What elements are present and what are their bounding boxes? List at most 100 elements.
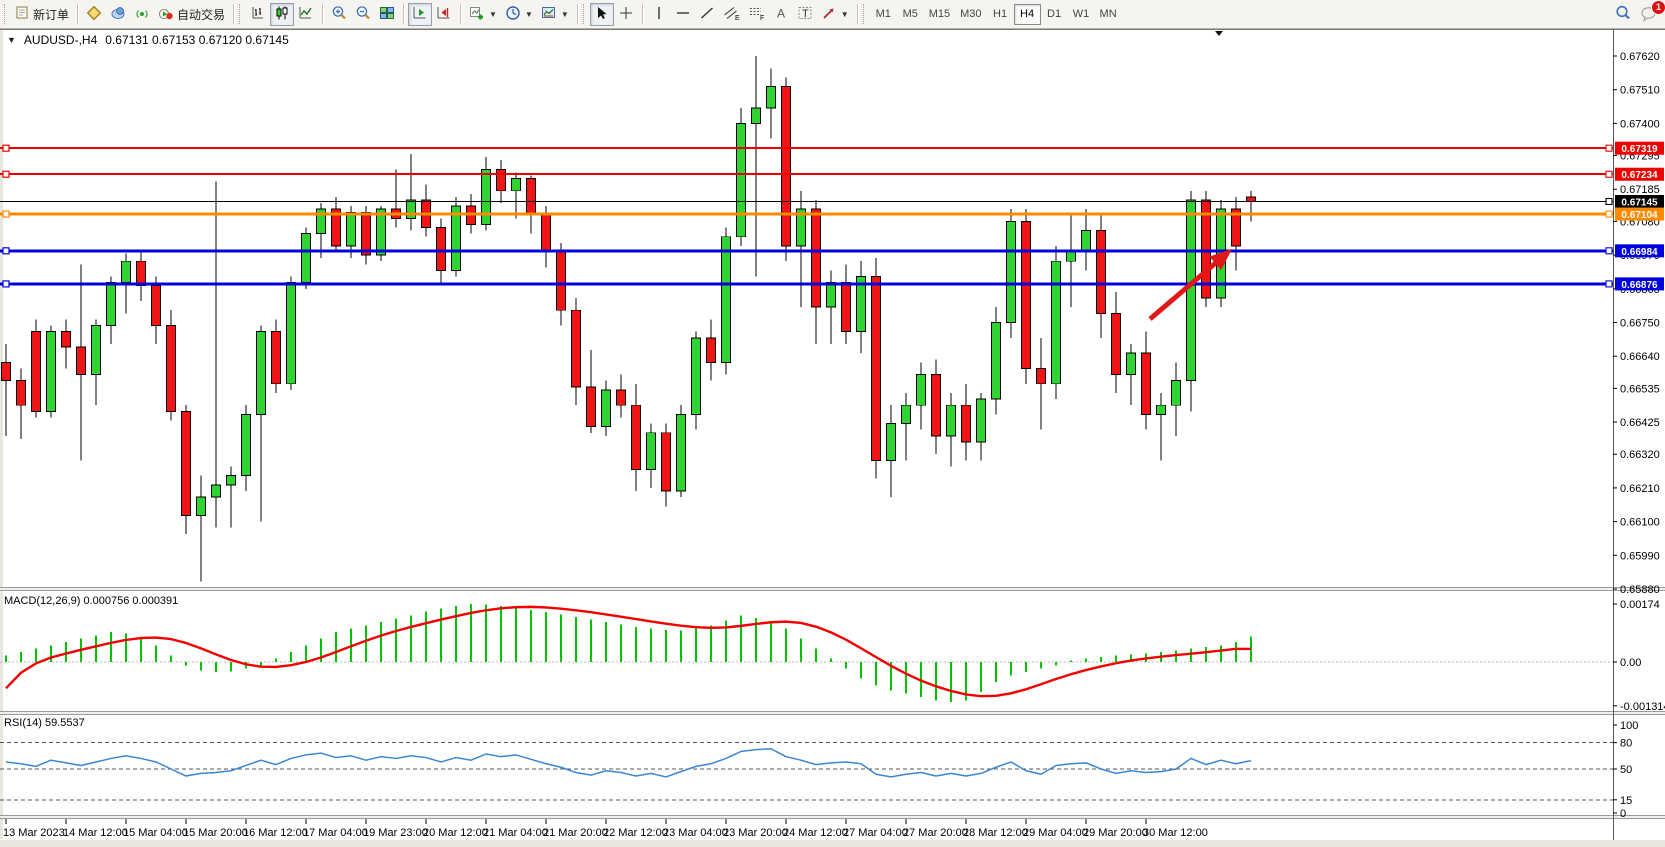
indicators-button[interactable]: ▼: [465, 3, 501, 26]
timeframe-group: M1M5M15M30H1H4D1W1MN: [870, 4, 1122, 25]
svg-text:21 Mar 20:00: 21 Mar 20:00: [543, 827, 608, 839]
timeframe-M1-button[interactable]: M1: [870, 4, 897, 25]
rsi-indicator-label: RSI(14) 59.5537: [4, 717, 85, 729]
text-tool-button[interactable]: A: [769, 3, 793, 26]
svg-text:0.66876: 0.66876: [1621, 280, 1658, 291]
svg-text:17 Mar 04:00: 17 Mar 04:00: [303, 827, 368, 839]
line-chart-icon: [298, 5, 314, 24]
toolbar-separator: [460, 4, 461, 24]
autotrading-button[interactable]: 自动交易: [154, 3, 229, 26]
text-icon: A: [773, 5, 789, 24]
fibonacci-tool-button[interactable]: F: [744, 3, 769, 26]
toolbar-separator: [233, 4, 234, 24]
label-tool-button[interactable]: T: [793, 3, 817, 26]
template-icon: [541, 5, 557, 24]
market-button[interactable]: [106, 3, 130, 26]
chart-title-collapse-icon[interactable]: ▼: [7, 35, 16, 45]
channel-tool-button[interactable]: E: [719, 3, 744, 26]
toolbar-drag-handle: [863, 4, 867, 24]
tile-windows-icon: [379, 5, 395, 24]
candlestick-icon: [274, 5, 290, 24]
svg-text:30 Mar 12:00: 30 Mar 12:00: [1143, 827, 1208, 839]
svg-text:15 Mar 20:00: 15 Mar 20:00: [183, 827, 248, 839]
svg-text:13 Mar 2023: 13 Mar 2023: [3, 827, 65, 839]
chart-diamond-icon: [86, 5, 102, 24]
toolbar-separator: [642, 4, 643, 24]
templates-button[interactable]: ▼: [537, 3, 573, 26]
text-label-icon: T: [797, 5, 813, 24]
crosshair-tool-button[interactable]: [614, 3, 638, 26]
timeframe-H4-button[interactable]: H4: [1014, 4, 1041, 25]
signals-button[interactable]: [130, 3, 154, 26]
chart-window: ▼ AUDUSD-,H4 0.67131 0.67153 0.67120 0.6…: [0, 29, 1665, 847]
chart-shift-button[interactable]: [432, 3, 456, 26]
svg-text:E: E: [735, 15, 740, 21]
horizontal-line-tool-button[interactable]: [671, 3, 695, 26]
svg-text:0: 0: [1620, 808, 1626, 820]
toolbar-separator: [322, 4, 323, 24]
charts-button[interactable]: [82, 3, 106, 26]
market-icon: [110, 5, 126, 24]
clock-icon: [505, 5, 521, 24]
timeframe-D1-button[interactable]: D1: [1041, 4, 1068, 25]
zoom-out-button[interactable]: [351, 3, 375, 26]
fibonacci-icon: F: [748, 5, 765, 24]
indicators-caret-icon: ▼: [489, 10, 497, 19]
timeframe-W1-button[interactable]: W1: [1068, 4, 1095, 25]
periods-button[interactable]: ▼: [501, 3, 537, 26]
indicators-icon: [469, 5, 485, 24]
svg-text:A: A: [777, 6, 785, 20]
autotrading-icon: [158, 5, 174, 24]
svg-text:0.67234: 0.67234: [1621, 170, 1658, 181]
zoom-in-button[interactable]: [327, 3, 351, 26]
timeframe-H1-button[interactable]: H1: [987, 4, 1014, 25]
trendline-tool-button[interactable]: [695, 3, 719, 26]
svg-text:0.67400: 0.67400: [1620, 118, 1660, 130]
bar-chart-icon: [250, 5, 266, 24]
trendline-icon: [699, 5, 715, 24]
new-order-button[interactable]: 新订单: [11, 3, 73, 26]
svg-text:T: T: [802, 8, 809, 20]
chart-title: ▼ AUDUSD-,H4 0.67131 0.67153 0.67120 0.6…: [7, 33, 289, 47]
svg-text:0.67145: 0.67145: [1621, 198, 1658, 209]
svg-text:-0.001314: -0.001314: [1620, 701, 1665, 713]
equidistant-channel-icon: E: [723, 5, 740, 24]
svg-text:23 Mar 20:00: 23 Mar 20:00: [723, 827, 788, 839]
search-button[interactable]: [1610, 3, 1636, 26]
timeframe-M5-button[interactable]: M5: [897, 4, 924, 25]
svg-text:0.00174: 0.00174: [1620, 599, 1660, 611]
svg-text:0.66425: 0.66425: [1620, 417, 1660, 429]
timeframe-M15-button[interactable]: M15: [924, 4, 955, 25]
horizontal-line-icon: [675, 5, 691, 24]
tile-windows-button[interactable]: [375, 3, 399, 26]
price-chart-canvas[interactable]: 0.676200.675100.674000.672950.671850.670…: [0, 29, 1665, 847]
svg-text:0.67104: 0.67104: [1621, 210, 1658, 221]
auto-scroll-button[interactable]: [408, 3, 432, 26]
toolbar-drag-handle: [583, 4, 587, 24]
svg-text:0.65880: 0.65880: [1620, 584, 1660, 596]
svg-text:14 Mar 12:00: 14 Mar 12:00: [63, 827, 128, 839]
toolbar-drag-handle: [239, 4, 243, 24]
new-order-label: 新订单: [33, 6, 69, 23]
shapes-caret-icon: ▼: [841, 10, 849, 19]
notifications-button[interactable]: 1: [1636, 3, 1662, 26]
shapes-tool-button[interactable]: ▼: [817, 3, 853, 26]
svg-text:0.66320: 0.66320: [1620, 449, 1660, 461]
svg-text:0.67185: 0.67185: [1620, 184, 1660, 196]
timeframe-M30-button[interactable]: M30: [955, 4, 986, 25]
bar-chart-mode-button[interactable]: [246, 3, 270, 26]
chart-ohlc-values: 0.67131 0.67153 0.67120 0.67145: [105, 33, 289, 47]
zoom-out-icon: [355, 5, 371, 24]
main-toolbar: 新订单 自动交易: [0, 0, 1665, 29]
candlestick-mode-button[interactable]: [270, 3, 294, 26]
timeframe-MN-button[interactable]: MN: [1095, 4, 1122, 25]
chart-symbol-period: AUDUSD-,H4: [24, 33, 97, 47]
svg-text:23 Mar 04:00: 23 Mar 04:00: [663, 827, 728, 839]
templates-caret-icon: ▼: [561, 10, 569, 19]
vertical-line-tool-button[interactable]: [647, 3, 671, 26]
line-chart-mode-button[interactable]: [294, 3, 318, 26]
macd-indicator-label: MACD(12,26,9) 0.000756 0.000391: [4, 595, 178, 607]
svg-text:0.67620: 0.67620: [1620, 51, 1660, 63]
cursor-tool-button[interactable]: [590, 3, 614, 26]
svg-text:22 Mar 12:00: 22 Mar 12:00: [603, 827, 668, 839]
